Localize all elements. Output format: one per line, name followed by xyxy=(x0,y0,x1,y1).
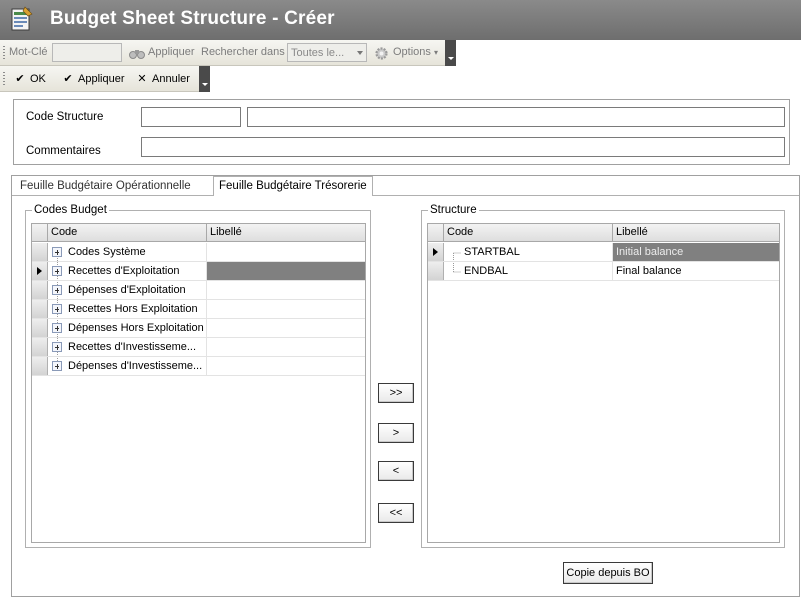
remove-all-button[interactable]: << xyxy=(378,503,414,523)
add-button[interactable]: > xyxy=(378,423,414,443)
cell-code: Recettes d'Exploitation xyxy=(68,265,180,277)
cell-libelle xyxy=(206,338,365,356)
add-all-button[interactable]: >> xyxy=(378,383,414,403)
current-row-icon xyxy=(37,267,42,275)
row-selector[interactable] xyxy=(32,300,48,318)
tab-operational-sheet[interactable]: Feuille Budgétaire Opérationnelle xyxy=(15,177,196,195)
keyword-input[interactable] xyxy=(52,43,122,62)
cell-code: Recettes d'Investisseme... xyxy=(68,341,197,353)
cell-code: Dépenses d'Exploitation xyxy=(68,284,186,296)
cell-libelle xyxy=(206,281,365,299)
structure-title: Structure xyxy=(428,204,479,216)
cell-libelle: Final balance xyxy=(612,262,779,280)
cell-libelle xyxy=(206,300,365,318)
header-form: Code Structure Commentaires xyxy=(13,99,790,165)
table-row[interactable]: STARTBAL Initial balance xyxy=(428,243,779,262)
cell-code: Dépenses d'Investisseme... xyxy=(68,360,203,372)
comments-input[interactable] xyxy=(141,137,785,157)
comments-label: Commentaires xyxy=(26,145,101,157)
cell-libelle xyxy=(206,243,365,261)
toolbar-grip[interactable] xyxy=(3,72,5,86)
cell-libelle: Initial balance xyxy=(612,243,779,261)
row-selector[interactable] xyxy=(428,243,444,261)
expand-icon[interactable] xyxy=(52,361,62,371)
ok-button[interactable]: ✔ OK xyxy=(14,72,46,85)
toolbar-grip[interactable] xyxy=(3,46,5,60)
row-selector[interactable] xyxy=(32,281,48,299)
cell-libelle xyxy=(206,357,365,375)
cell-code: STARTBAL xyxy=(464,246,520,258)
expand-icon[interactable] xyxy=(52,304,62,314)
current-row-icon xyxy=(433,248,438,256)
table-row[interactable]: Recettes d'Exploitation xyxy=(32,262,365,281)
structure-grid[interactable]: Code Libellé STARTBAL Initial balance EN… xyxy=(427,223,780,543)
apply-button[interactable]: ✔ Appliquer xyxy=(62,72,124,85)
close-icon: ✕ xyxy=(137,73,147,85)
toolbar-overflow-button[interactable] xyxy=(199,66,210,92)
row-selector[interactable] xyxy=(32,357,48,375)
expand-icon[interactable] xyxy=(52,266,62,276)
apply-search-button[interactable]: Appliquer xyxy=(148,46,194,58)
check-icon: ✔ xyxy=(63,73,73,85)
expand-icon[interactable] xyxy=(52,323,62,333)
table-row[interactable]: Recettes d'Investisseme... xyxy=(32,338,365,357)
search-in-select[interactable]: Toutes le... xyxy=(287,43,367,62)
toolbar-overflow-button[interactable] xyxy=(445,40,456,66)
remove-button[interactable]: < xyxy=(378,461,414,481)
code-structure-label: Code Structure xyxy=(26,111,104,123)
row-selector[interactable] xyxy=(428,262,444,280)
tab-divider xyxy=(12,195,799,196)
row-selector[interactable] xyxy=(32,243,48,261)
action-toolbar: ✔ OK ✔ Appliquer ✕ Annuler xyxy=(0,66,210,92)
code-structure-description-input[interactable] xyxy=(247,107,785,127)
search-toolbar: Mot-Clé Appliquer Rechercher dans Toutes… xyxy=(0,40,456,66)
codes-budget-grid[interactable]: Code Libellé Codes Système Recettes d'Ex… xyxy=(31,223,366,543)
binoculars-icon xyxy=(129,50,145,59)
row-selector[interactable] xyxy=(32,319,48,337)
copy-from-bo-button[interactable]: Copie depuis BO xyxy=(563,562,653,584)
codes-budget-title: Codes Budget xyxy=(32,204,109,216)
column-header-libelle[interactable]: Libellé xyxy=(612,224,779,242)
expand-icon[interactable] xyxy=(52,247,62,257)
budget-sheet-icon xyxy=(11,6,33,31)
expand-icon[interactable] xyxy=(52,342,62,352)
expand-icon[interactable] xyxy=(52,285,62,295)
table-row[interactable]: Dépenses d'Exploitation xyxy=(32,281,365,300)
table-row[interactable]: Recettes Hors Exploitation xyxy=(32,300,365,319)
cell-code: Codes Système xyxy=(68,246,146,258)
cell-libelle xyxy=(206,319,365,337)
options-button[interactable]: Options ▾ xyxy=(393,46,438,58)
cancel-button[interactable]: ✕ Annuler xyxy=(136,72,190,85)
cell-libelle xyxy=(206,262,365,280)
table-row[interactable]: Dépenses Hors Exploitation xyxy=(32,319,365,338)
table-row[interactable]: Dépenses d'Investisseme... xyxy=(32,357,365,376)
gear-icon xyxy=(375,47,388,60)
table-row[interactable]: Codes Système xyxy=(32,243,365,262)
cell-code: Dépenses Hors Exploitation xyxy=(68,322,204,334)
row-selector[interactable] xyxy=(32,262,48,280)
code-structure-input[interactable] xyxy=(141,107,241,127)
search-in-label: Rechercher dans xyxy=(201,46,285,58)
chevron-down-icon xyxy=(357,51,363,55)
row-selector[interactable] xyxy=(32,338,48,356)
cell-code: Recettes Hors Exploitation xyxy=(68,303,198,315)
cell-code: ENDBAL xyxy=(464,265,509,277)
table-row[interactable]: ENDBAL Final balance xyxy=(428,262,779,281)
check-icon: ✔ xyxy=(15,73,25,85)
keyword-label: Mot-Clé xyxy=(9,46,48,58)
tab-treasury-sheet[interactable]: Feuille Budgétaire Trésorerie xyxy=(213,176,373,196)
window-title: Budget Sheet Structure - Créer xyxy=(50,8,335,29)
title-bar: Budget Sheet Structure - Créer xyxy=(0,0,801,40)
